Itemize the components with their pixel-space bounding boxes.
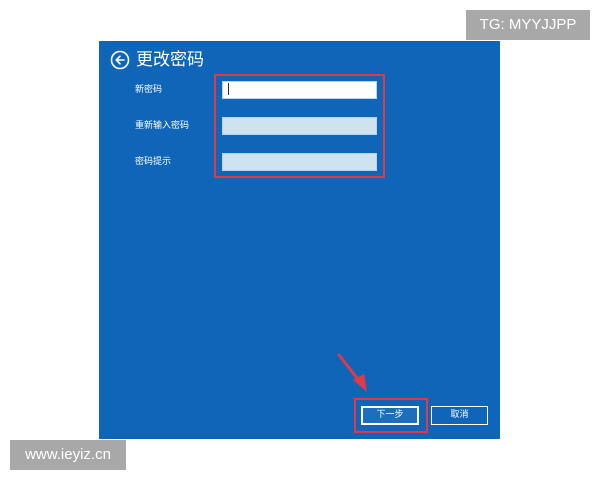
change-password-panel bbox=[99, 41, 500, 439]
watermark-top: TG: MYYJJPP bbox=[466, 10, 590, 40]
red-arrow-icon bbox=[337, 353, 367, 392]
back-icon[interactable] bbox=[110, 50, 130, 70]
reenter-password-label: 重新输入密码 bbox=[135, 121, 190, 131]
new-password-label: 新密码 bbox=[135, 85, 163, 95]
new-password-input[interactable] bbox=[222, 81, 377, 99]
password-hint-label: 密码提示 bbox=[135, 157, 172, 167]
next-button[interactable]: 下一步 bbox=[361, 406, 419, 425]
text-cursor bbox=[228, 83, 229, 95]
watermark-bottom: www.ieyiz.cn bbox=[10, 440, 126, 470]
password-hint-input[interactable] bbox=[222, 153, 377, 171]
cancel-button[interactable]: 取消 bbox=[431, 406, 488, 425]
page-title: 更改密码 bbox=[136, 50, 204, 70]
reenter-password-input[interactable] bbox=[222, 117, 377, 135]
